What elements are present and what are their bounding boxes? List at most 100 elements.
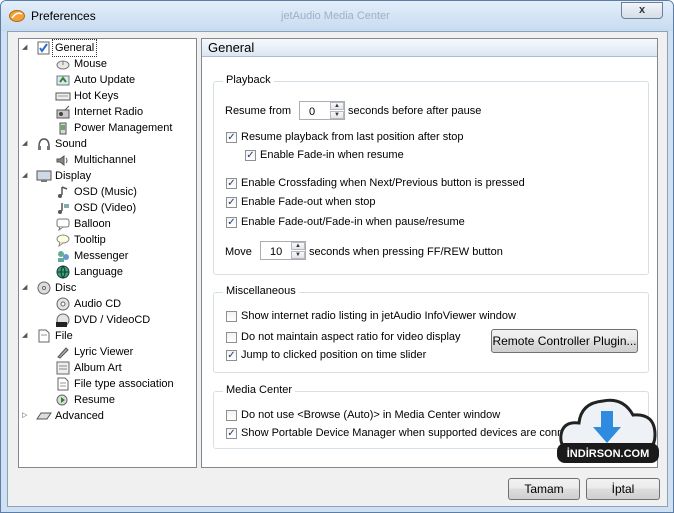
tree-item-lyric-viewer[interactable]: Lyric Viewer	[19, 344, 196, 360]
tree-item-sound[interactable]: ◢ Sound	[19, 136, 196, 152]
spinner-up-icon[interactable]: ▲	[330, 102, 344, 110]
album-art-icon	[56, 361, 70, 375]
media-center-group-label: Media Center	[223, 384, 296, 396]
tree-item-label: Hot Keys	[74, 90, 119, 102]
resume-position-label: Resume playback from last position after…	[241, 131, 464, 143]
aspect-ratio-checkbox[interactable]	[226, 332, 237, 343]
close-icon: x	[638, 4, 646, 16]
indirson-watermark-logo: İNDİRSON.COM	[557, 398, 659, 463]
tree-item-file-type-association[interactable]: File type association	[19, 376, 196, 392]
resume-position-checkbox[interactable]: ✓	[226, 132, 237, 143]
video-note-icon	[58, 203, 69, 214]
tree-item-multichannel[interactable]: Multichannel	[19, 152, 196, 168]
tree-item-tooltip[interactable]: Tooltip	[19, 232, 196, 248]
move-spinner[interactable]: 10 ▲ ▼	[260, 241, 306, 260]
tree-item-internet-radio[interactable]: Internet Radio	[19, 104, 196, 120]
cd-icon	[56, 297, 70, 311]
tree-collapsed-icon[interactable]: ▷	[22, 408, 32, 424]
tree-item-auto-update[interactable]: Auto Update	[19, 72, 196, 88]
tree-item-label: Balloon	[74, 218, 111, 230]
crossfading-label: Enable Crossfading when Next/Previous bu…	[241, 177, 525, 189]
tree-expanded-icon[interactable]: ◢	[22, 280, 32, 296]
cancel-button[interactable]: İptal	[586, 478, 660, 500]
tree-item-label: Power Management	[74, 122, 173, 134]
portable-device-checkbox[interactable]: ✓	[226, 428, 237, 439]
crossfading-checkbox[interactable]: ✓	[226, 178, 237, 189]
fade-pause-checkbox[interactable]: ✓	[226, 217, 237, 228]
power-icon	[59, 122, 67, 135]
tree-item-osd-video[interactable]: OSD (Video)	[19, 200, 196, 216]
mouse-icon	[56, 60, 70, 70]
tree-item-audio-cd[interactable]: Audio CD	[19, 296, 196, 312]
tree-expanded-icon[interactable]: ◢	[22, 328, 32, 344]
resume-from-label: Resume from	[225, 105, 292, 117]
portable-device-label: Show Portable Device Manager when suppor…	[241, 427, 570, 439]
tree-item-language[interactable]: Language	[19, 264, 196, 280]
playback-group-label: Playback	[223, 74, 274, 86]
settings-tree[interactable]: ◢ General Mouse Auto Update Hot Keys Internet…	[18, 38, 197, 468]
tree-item-label: Audio CD	[74, 298, 122, 310]
tree-expanded-icon[interactable]: ◢	[22, 136, 32, 152]
fade-pause-label: Enable Fade-out/Fade-in when pause/resum…	[241, 216, 465, 228]
tree-item-hot-keys[interactable]: Hot Keys	[19, 88, 196, 104]
resume-from-spinner[interactable]: 0 ▲ ▼	[299, 101, 345, 120]
tree-item-label: Multichannel	[74, 154, 136, 166]
tree-item-advanced[interactable]: ▷ Advanced	[19, 408, 196, 424]
monitor-icon	[36, 170, 52, 182]
tree-item-display[interactable]: ◢ Display	[19, 168, 196, 184]
browse-auto-label: Do not use <Browse (Auto)> in Media Cent…	[241, 409, 501, 421]
tree-item-power-management[interactable]: Power Management	[19, 120, 196, 136]
tree-item-label: Language	[74, 266, 123, 278]
tree-expanded-icon[interactable]: ◢	[22, 40, 32, 56]
music-note-icon	[58, 186, 68, 198]
tree-item-label: Resume	[74, 394, 115, 406]
tree-item-label: General	[51, 39, 98, 57]
watermark-text: İNDİRSON.COM	[567, 447, 650, 460]
tree-item-resume[interactable]: Resume	[19, 392, 196, 408]
tree-item-label: File type association	[74, 378, 174, 390]
jump-slider-checkbox[interactable]: ✓	[226, 350, 237, 361]
jetaudio-logo-icon	[9, 10, 25, 22]
tree-item-label: Tooltip	[74, 234, 106, 246]
tree-item-label: DVD / VideoCD	[74, 314, 151, 326]
background-window-title: jetAudio Media Center	[281, 10, 390, 22]
tree-item-label: File	[55, 330, 73, 342]
radio-listing-checkbox[interactable]	[226, 311, 237, 322]
move-value[interactable]: 10	[270, 244, 282, 260]
resume-from-value[interactable]: 0	[309, 104, 315, 120]
window-title: Preferences	[31, 9, 96, 23]
jump-slider-label: Jump to clicked position on time slider	[241, 349, 427, 361]
tree-item-label: Auto Update	[74, 74, 136, 86]
panel-title: General	[202, 39, 657, 57]
tree-item-balloon[interactable]: Balloon	[19, 216, 196, 232]
disc-icon	[37, 281, 51, 295]
fade-out-stop-checkbox[interactable]: ✓	[226, 197, 237, 208]
title-bar[interactable]: Preferences jetAudio Media Center x	[1, 1, 673, 31]
remote-controller-plugin-button[interactable]: Remote Controller Plugin...	[491, 329, 638, 353]
tree-item-label: Display	[55, 170, 92, 182]
pen-icon	[57, 347, 69, 359]
preferences-window: Preferences jetAudio Media Center x ◢ Gen…	[0, 0, 674, 513]
fade-in-resume-checkbox[interactable]: ✓	[245, 150, 256, 161]
tree-item-label: Sound	[55, 138, 87, 150]
advanced-icon	[36, 412, 52, 420]
tree-item-disc[interactable]: ◢ Disc	[19, 280, 196, 296]
spinner-down-icon[interactable]: ▼	[291, 251, 305, 259]
spinner-up-icon[interactable]: ▲	[291, 242, 305, 250]
tree-expanded-icon[interactable]: ◢	[22, 168, 32, 184]
tree-item-file[interactable]: ◢ File	[19, 328, 196, 344]
tree-item-osd-music[interactable]: OSD (Music)	[19, 184, 196, 200]
radio-icon	[56, 105, 70, 119]
fade-out-stop-label: Enable Fade-out when stop	[241, 196, 376, 208]
tree-item-messenger[interactable]: Messenger	[19, 248, 196, 264]
tooltip-icon	[56, 234, 70, 247]
tree-item-mouse[interactable]: Mouse	[19, 56, 196, 72]
browse-auto-checkbox[interactable]	[226, 410, 237, 421]
ok-button[interactable]: Tamam	[508, 478, 580, 500]
close-button[interactable]: x	[621, 2, 663, 19]
tree-item-label: Album Art	[74, 362, 122, 374]
spinner-down-icon[interactable]: ▼	[330, 111, 344, 119]
tree-item-dvd-videocd[interactable]: DVD / VideoCD	[19, 312, 196, 328]
tree-item-album-art[interactable]: Album Art	[19, 360, 196, 376]
tree-item-general[interactable]: ◢ General	[19, 39, 196, 57]
